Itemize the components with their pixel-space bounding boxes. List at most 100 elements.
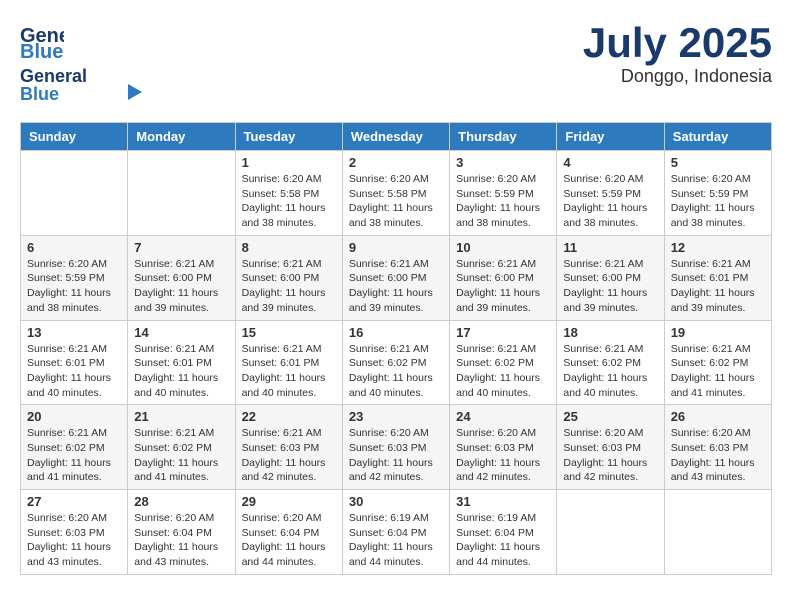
calendar-week-row: 1 Sunrise: 6:20 AM Sunset: 5:58 PM Daylig… [21, 151, 772, 236]
svg-text:Blue: Blue [20, 84, 59, 104]
calendar-cell: 11 Sunrise: 6:21 AM Sunset: 6:00 PM Dayli… [557, 235, 664, 320]
calendar-cell: 2Sunrise: 6:20 AM Sunset: 5:58 PM Daylig… [342, 151, 449, 236]
calendar-cell: 7Sunrise: 6:21 AM Sunset: 6:00 PM Daylig… [128, 235, 235, 320]
calendar-cell [557, 490, 664, 575]
cell-content: Sunrise: 6:20 AM Sunset: 5:59 PM Dayligh… [563, 172, 657, 231]
day-number: 27 [27, 494, 121, 509]
calendar-cell [664, 490, 771, 575]
weekday-header: Wednesday [342, 123, 449, 151]
calendar-cell: 3Sunrise: 6:20 AM Sunset: 5:59 PM Daylig… [450, 151, 557, 236]
day-number: 28 [134, 494, 228, 509]
weekday-header: Friday [557, 123, 664, 151]
cell-content: Sunrise: 6:20 AM Sunset: 6:03 PM Dayligh… [27, 511, 121, 570]
calendar-cell: 26Sunrise: 6:20 AM Sunset: 6:03 PM Dayli… [664, 405, 771, 490]
day-number: 30 [349, 494, 443, 509]
day-number: 5 [671, 155, 765, 170]
calendar-cell: 9 Sunrise: 6:21 AM Sunset: 6:00 PM Daylig… [342, 235, 449, 320]
calendar-cell: 25Sunrise: 6:20 AM Sunset: 6:03 PM Dayli… [557, 405, 664, 490]
day-number: 24 [456, 409, 550, 424]
weekday-header: Sunday [21, 123, 128, 151]
cell-content: Sunrise: 6:20 AM Sunset: 5:58 PM Dayligh… [242, 172, 336, 231]
logo-svg: General Blue [20, 64, 150, 106]
day-number: 6 [27, 240, 121, 255]
calendar-cell: 23Sunrise: 6:20 AM Sunset: 6:03 PM Dayli… [342, 405, 449, 490]
day-number: 26 [671, 409, 765, 424]
cell-content: Sunrise: 6:21 AM Sunset: 6:00 PM Dayligh… [563, 257, 657, 316]
day-number: 29 [242, 494, 336, 509]
day-number: 16 [349, 325, 443, 340]
cell-content: Sunrise: 6:21 AM Sunset: 6:02 PM Dayligh… [134, 426, 228, 485]
cell-content: Sunrise: 6:20 AM Sunset: 6:04 PM Dayligh… [134, 511, 228, 570]
page-header: General Blue General Blue July 2025 Dong… [20, 20, 772, 106]
cell-content: Sunrise: 6:21 AM Sunset: 6:00 PM Dayligh… [242, 257, 336, 316]
calendar-week-row: 6 Sunrise: 6:20 AM Sunset: 5:59 PM Daylig… [21, 235, 772, 320]
calendar-week-row: 27 Sunrise: 6:20 AM Sunset: 6:03 PM Dayli… [21, 490, 772, 575]
cell-content: Sunrise: 6:20 AM Sunset: 5:59 PM Dayligh… [27, 257, 121, 316]
calendar-cell: 20 Sunrise: 6:21 AM Sunset: 6:02 PM Dayli… [21, 405, 128, 490]
calendar-cell: 6 Sunrise: 6:20 AM Sunset: 5:59 PM Daylig… [21, 235, 128, 320]
cell-content: Sunrise: 6:21 AM Sunset: 6:01 PM Dayligh… [242, 342, 336, 401]
day-number: 19 [671, 325, 765, 340]
calendar-cell: 28 Sunrise: 6:20 AM Sunset: 6:04 PM Dayli… [128, 490, 235, 575]
cell-content: Sunrise: 6:21 AM Sunset: 6:00 PM Dayligh… [349, 257, 443, 316]
title-block: July 2025 Donggo, Indonesia [583, 20, 772, 87]
cell-content: Sunrise: 6:21 AM Sunset: 6:02 PM Dayligh… [563, 342, 657, 401]
day-number: 20 [27, 409, 121, 424]
cell-content: Sunrise: 6:20 AM Sunset: 5:59 PM Dayligh… [671, 172, 765, 231]
calendar-cell: 31Sunrise: 6:19 AM Sunset: 6:04 PM Dayli… [450, 490, 557, 575]
cell-content: Sunrise: 6:21 AM Sunset: 6:01 PM Dayligh… [27, 342, 121, 401]
weekday-header: Monday [128, 123, 235, 151]
day-number: 31 [456, 494, 550, 509]
cell-content: Sunrise: 6:21 AM Sunset: 6:02 PM Dayligh… [671, 342, 765, 401]
day-number: 15 [242, 325, 336, 340]
calendar-cell: 10 Sunrise: 6:21 AM Sunset: 6:00 PM Dayli… [450, 235, 557, 320]
cell-content: Sunrise: 6:21 AM Sunset: 6:03 PM Dayligh… [242, 426, 336, 485]
calendar-cell: 24 Sunrise: 6:20 AM Sunset: 6:03 PM Dayli… [450, 405, 557, 490]
calendar-cell: 15 Sunrise: 6:21 AM Sunset: 6:01 PM Dayli… [235, 320, 342, 405]
calendar-cell: 14 Sunrise: 6:21 AM Sunset: 6:01 PM Dayli… [128, 320, 235, 405]
cell-content: Sunrise: 6:21 AM Sunset: 6:01 PM Dayligh… [671, 257, 765, 316]
day-number: 10 [456, 240, 550, 255]
calendar-cell: 13 Sunrise: 6:21 AM Sunset: 6:01 PM Dayli… [21, 320, 128, 405]
calendar-cell: 8Sunrise: 6:21 AM Sunset: 6:00 PM Daylig… [235, 235, 342, 320]
day-number: 1 [242, 155, 336, 170]
calendar-week-row: 13 Sunrise: 6:21 AM Sunset: 6:01 PM Dayli… [21, 320, 772, 405]
cell-content: Sunrise: 6:21 AM Sunset: 6:02 PM Dayligh… [27, 426, 121, 485]
day-number: 3 [456, 155, 550, 170]
day-number: 13 [27, 325, 121, 340]
calendar-cell: 19 Sunrise: 6:21 AM Sunset: 6:02 PM Dayli… [664, 320, 771, 405]
calendar-cell: 1 Sunrise: 6:20 AM Sunset: 5:58 PM Daylig… [235, 151, 342, 236]
calendar-cell: 5 Sunrise: 6:20 AM Sunset: 5:59 PM Daylig… [664, 151, 771, 236]
calendar-cell: 4Sunrise: 6:20 AM Sunset: 5:59 PM Daylig… [557, 151, 664, 236]
svg-text:General: General [20, 66, 87, 86]
day-number: 12 [671, 240, 765, 255]
calendar-cell: 18Sunrise: 6:21 AM Sunset: 6:02 PM Dayli… [557, 320, 664, 405]
calendar-week-row: 20 Sunrise: 6:21 AM Sunset: 6:02 PM Dayli… [21, 405, 772, 490]
day-number: 22 [242, 409, 336, 424]
cell-content: Sunrise: 6:21 AM Sunset: 6:02 PM Dayligh… [349, 342, 443, 401]
calendar-cell [21, 151, 128, 236]
calendar-cell: 27 Sunrise: 6:20 AM Sunset: 6:03 PM Dayli… [21, 490, 128, 575]
cell-content: Sunrise: 6:20 AM Sunset: 6:03 PM Dayligh… [456, 426, 550, 485]
day-number: 17 [456, 325, 550, 340]
cell-content: Sunrise: 6:21 AM Sunset: 6:01 PM Dayligh… [134, 342, 228, 401]
cell-content: Sunrise: 6:20 AM Sunset: 6:03 PM Dayligh… [349, 426, 443, 485]
day-number: 9 [349, 240, 443, 255]
calendar-cell [128, 151, 235, 236]
day-number: 14 [134, 325, 228, 340]
location-title: Donggo, Indonesia [583, 66, 772, 87]
calendar-cell: 22 Sunrise: 6:21 AM Sunset: 6:03 PM Dayli… [235, 405, 342, 490]
day-number: 21 [134, 409, 228, 424]
calendar-cell: 30 Sunrise: 6:19 AM Sunset: 6:04 PM Dayli… [342, 490, 449, 575]
weekday-header: Tuesday [235, 123, 342, 151]
month-title: July 2025 [583, 20, 772, 66]
day-number: 11 [563, 240, 657, 255]
cell-content: Sunrise: 6:21 AM Sunset: 6:00 PM Dayligh… [456, 257, 550, 316]
day-number: 2 [349, 155, 443, 170]
cell-content: Sunrise: 6:19 AM Sunset: 6:04 PM Dayligh… [349, 511, 443, 570]
calendar-header-row: SundayMondayTuesdayWednesdayThursdayFrid… [21, 123, 772, 151]
calendar-cell: 29Sunrise: 6:20 AM Sunset: 6:04 PM Dayli… [235, 490, 342, 575]
day-number: 25 [563, 409, 657, 424]
logo-icon: General Blue [20, 20, 64, 64]
weekday-header: Saturday [664, 123, 771, 151]
